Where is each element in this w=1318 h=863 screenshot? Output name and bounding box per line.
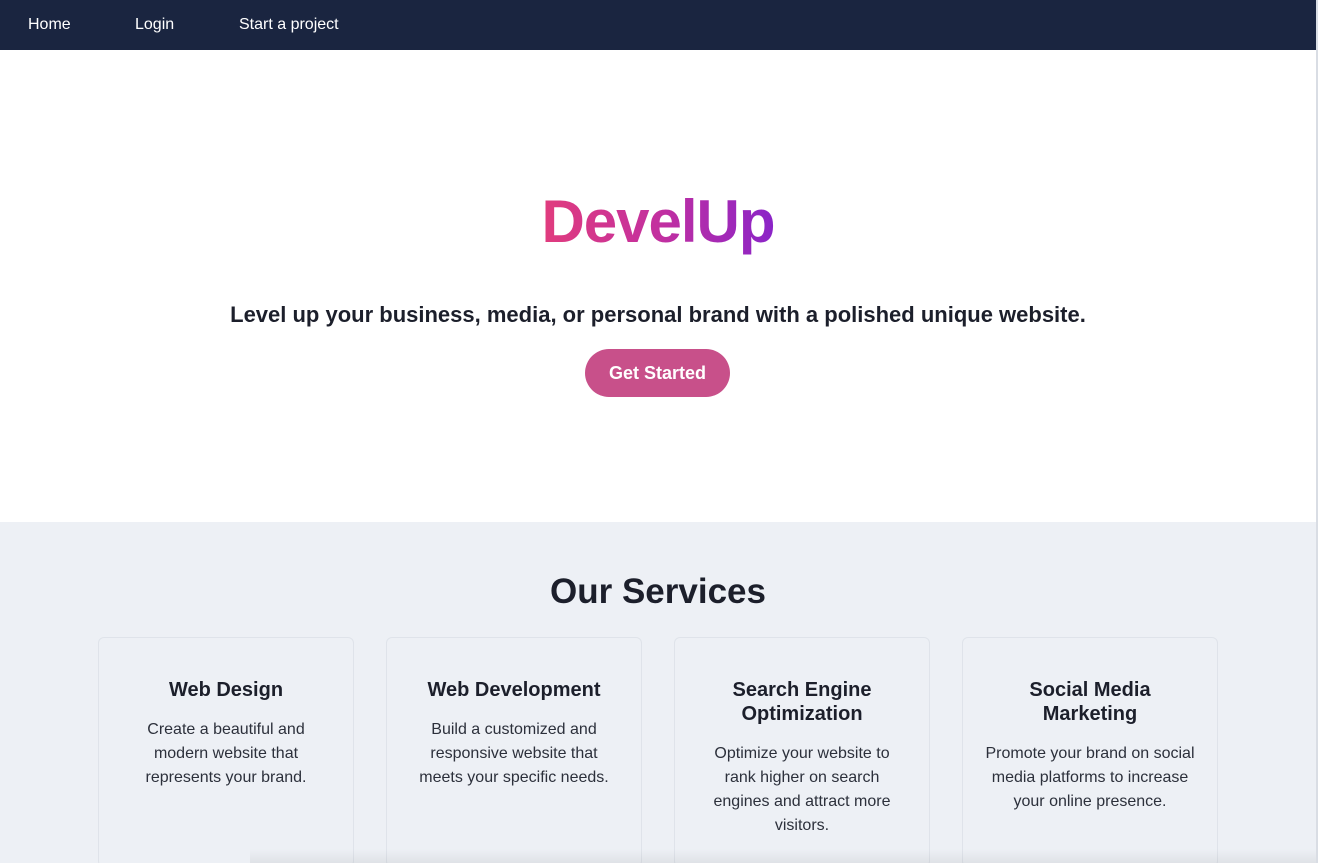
service-card-social-media: Social Media Marketing Promote your bran… (962, 637, 1218, 863)
service-card-web-design: Web Design Create a beautiful and modern… (98, 637, 354, 863)
hero-section: DevelUp Level up your business, media, o… (0, 50, 1316, 522)
service-card-text: Promote your brand on social media platf… (985, 745, 1195, 810)
services-section: Our Services Web Design Create a beautif… (0, 522, 1316, 863)
service-card-title: Social Media Marketing (1029, 679, 1151, 725)
nav-link-login[interactable]: Login (135, 15, 174, 35)
services-title: Our Services (550, 572, 766, 611)
bottom-shadow (250, 849, 1318, 863)
nav-link-start-project[interactable]: Start a project (239, 15, 339, 35)
get-started-button[interactable]: Get Started (585, 349, 730, 397)
top-navbar: Home Login Start a project (0, 0, 1316, 50)
brand-logo-text: DevelUp (0, 190, 1316, 254)
service-card-text: Optimize your website to rank higher on … (713, 745, 891, 834)
brand-name: DevelUp (541, 188, 775, 255)
hero-tagline: Level up your business, media, or person… (230, 302, 1086, 327)
page: Home Login Start a project DevelUp Level… (0, 0, 1318, 863)
service-card-title: Web Development (427, 679, 601, 701)
service-card-seo: Search Engine Optimization Optimize your… (674, 637, 930, 863)
service-card-web-development: Web Development Build a customized and r… (386, 637, 642, 863)
service-card-title: Search Engine Optimization (732, 679, 872, 725)
nav-link-home[interactable]: Home (28, 15, 71, 35)
service-card-text: Create a beautiful and modern website th… (145, 721, 307, 786)
service-card-text: Build a customized and responsive websit… (419, 721, 609, 786)
service-card-title: Web Design (168, 679, 284, 701)
